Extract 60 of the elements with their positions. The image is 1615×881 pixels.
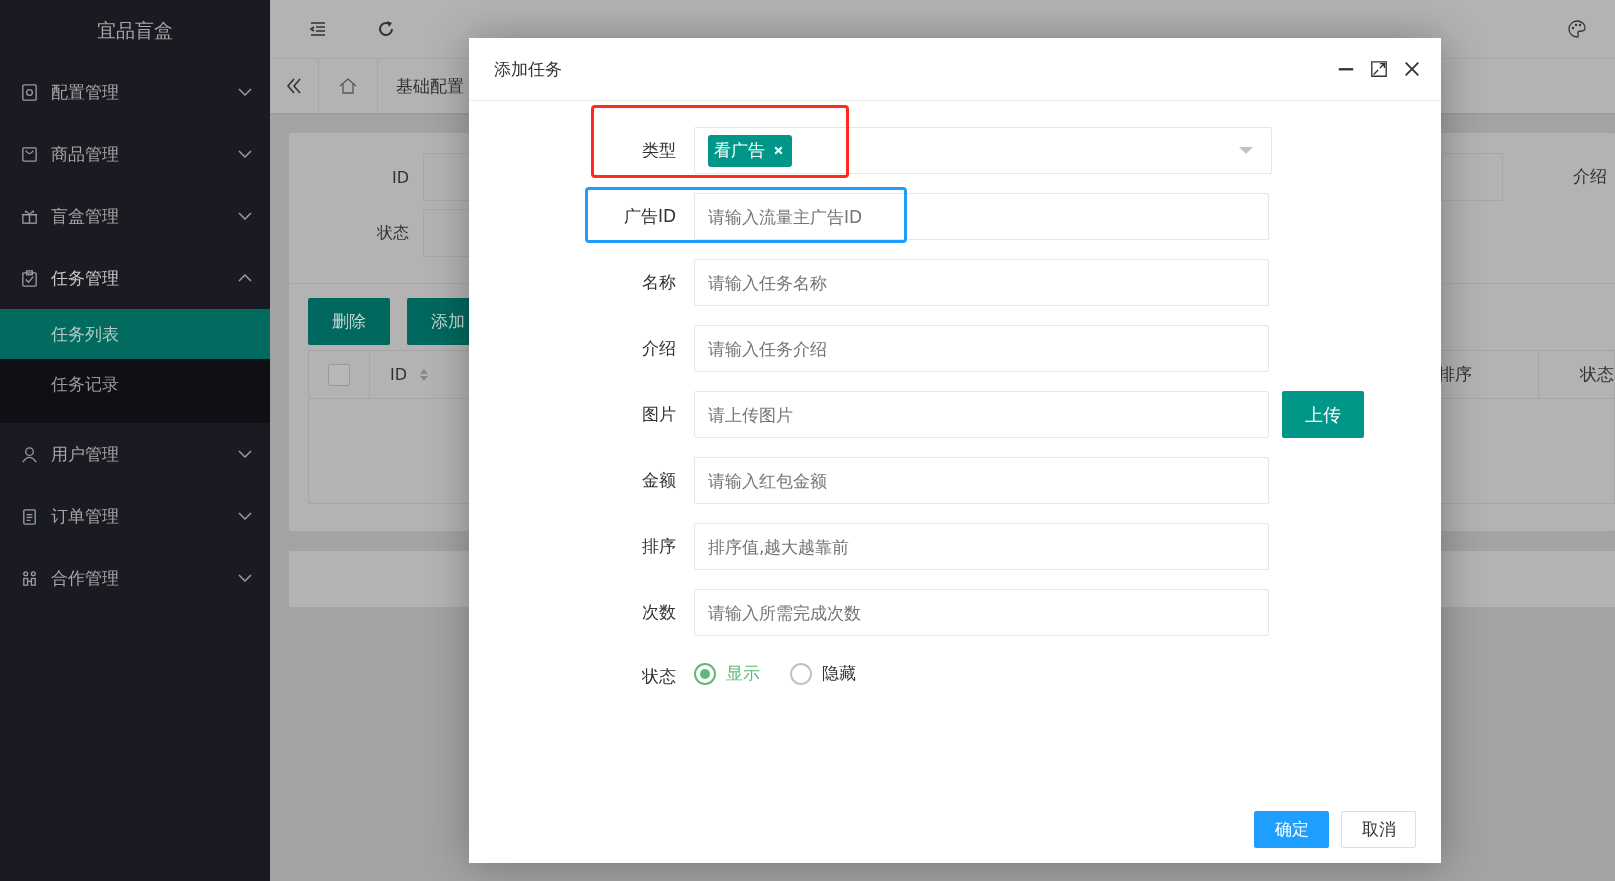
menu-item-icon: [20, 82, 39, 102]
form-label: 排序: [641, 535, 677, 558]
radio-option[interactable]: 隐藏: [790, 662, 856, 685]
menu-item-icon: [20, 506, 39, 526]
menu-icon[interactable]: [308, 19, 328, 39]
sidebar-item[interactable]: 合作管理: [0, 547, 270, 609]
chevron-icon: [238, 88, 252, 96]
menu-item-icon: [20, 268, 39, 288]
remove-icon[interactable]: [773, 144, 784, 156]
input-field[interactable]: 请输入流量主广告ID: [694, 193, 1269, 240]
menu-item-icon: [20, 568, 39, 588]
input-field[interactable]: 请上传图片: [694, 391, 1269, 438]
field-label: 状态: [376, 222, 409, 244]
menu-item-icon: [20, 144, 39, 164]
checkbox[interactable]: [328, 363, 350, 386]
submenu-item[interactable]: 任务列表: [0, 309, 270, 359]
field-label: ID: [390, 167, 409, 187]
palette-icon[interactable]: [1567, 19, 1587, 39]
sidebar-item[interactable]: 订单管理: [0, 485, 270, 547]
sidebar-item[interactable]: 盲盒管理: [0, 185, 270, 247]
search-field[interactable]: [1441, 153, 1503, 201]
input-field[interactable]: 请输入红包金额: [694, 457, 1269, 504]
chevron-icon: [238, 450, 252, 458]
chevron-icon: [238, 150, 252, 158]
input-field[interactable]: 请输入所需完成次数: [694, 589, 1269, 636]
toolbar-button[interactable]: 删除: [308, 298, 390, 345]
sidebar-item[interactable]: 配置管理: [0, 61, 270, 123]
selected-tag: 看广告: [708, 134, 792, 167]
caret-icon: [1239, 146, 1253, 155]
form-label: 介绍: [641, 337, 677, 360]
menu-item-icon: [20, 444, 39, 464]
sidebar-item[interactable]: 任务管理: [0, 247, 270, 309]
page-tab[interactable]: 基础配置: [378, 74, 464, 98]
cancel-button[interactable]: 取消: [1341, 811, 1416, 848]
column-header[interactable]: ID: [390, 365, 408, 384]
chevron-icon: [238, 512, 252, 520]
form-label: 类型: [641, 139, 677, 162]
form-label: 状态: [641, 665, 677, 688]
type-select[interactable]: 看广告: [694, 127, 1272, 174]
maximize-icon[interactable]: [1370, 60, 1388, 78]
form-label: 名称: [641, 271, 677, 294]
chevron-icon: [238, 574, 252, 582]
sidebar-item[interactable]: 商品管理: [0, 123, 270, 185]
chevron-icon: [238, 212, 252, 220]
input-field[interactable]: 请输入任务名称: [694, 259, 1269, 306]
form-label: 金额: [641, 469, 677, 492]
form-label: 广告ID: [622, 205, 677, 228]
submenu-item[interactable]: 任务记录: [0, 359, 270, 409]
form-label: 次数: [641, 601, 677, 624]
form-label: 图片: [641, 403, 677, 426]
upload-button[interactable]: 上传: [1282, 391, 1364, 438]
column-header: 状态: [1538, 351, 1614, 398]
close-icon[interactable]: [1403, 60, 1421, 78]
chevron-icon: [238, 274, 252, 282]
refresh-icon[interactable]: [376, 19, 396, 39]
input-field[interactable]: 请输入任务介绍: [694, 325, 1269, 372]
input-field[interactable]: 排序值,越大越靠前: [694, 523, 1269, 570]
sidebar-item[interactable]: 用户管理: [0, 423, 270, 485]
field-label: 介绍: [1573, 165, 1608, 188]
dialog-title: 添加任务: [494, 57, 562, 81]
